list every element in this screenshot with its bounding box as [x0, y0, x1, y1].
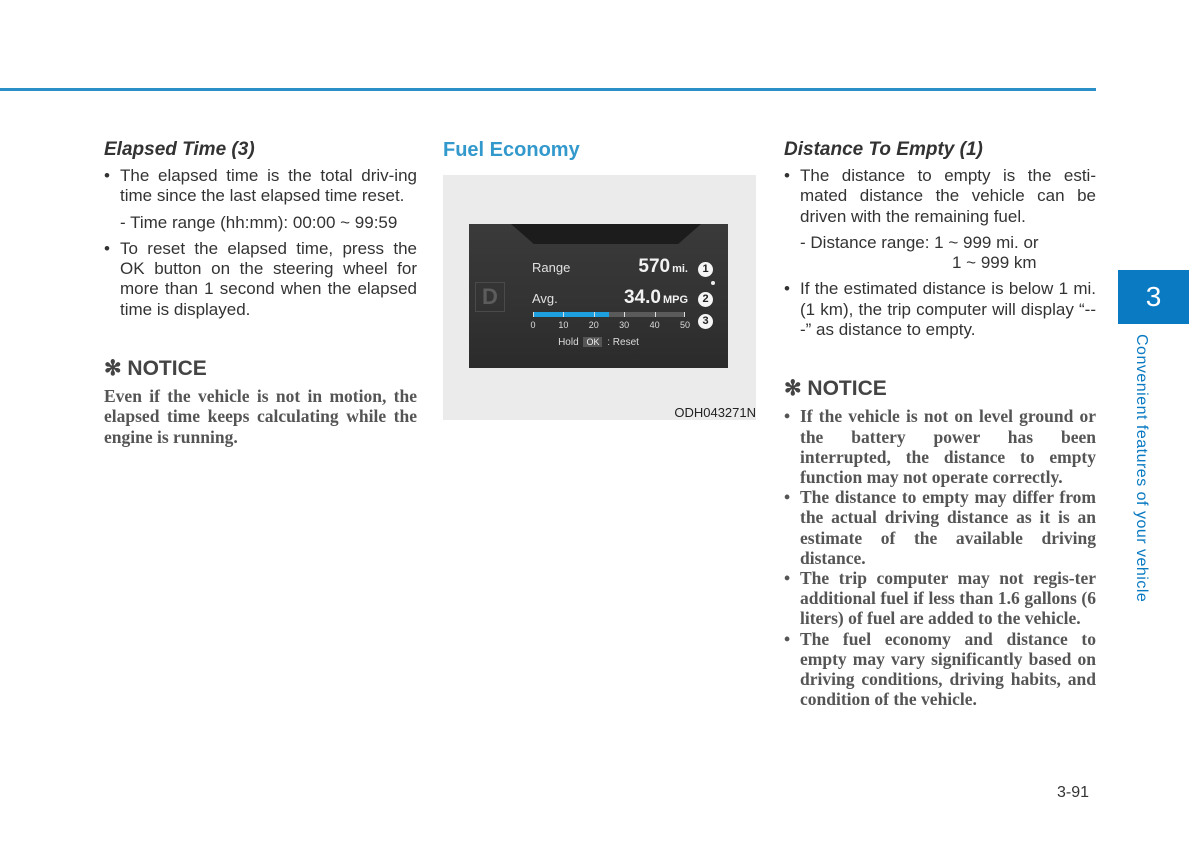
hold-text: Hold: [558, 337, 579, 348]
chapter-number-tab: 3: [1118, 270, 1189, 324]
header-rule: [0, 88, 1096, 91]
time-range-text: - Time range (hh:mm): 00:00 ~ 99:59: [120, 212, 398, 232]
gauge-tick-label: 0: [530, 320, 536, 330]
gauge-fill: [533, 312, 609, 317]
fuel-economy-gauge: [533, 312, 685, 317]
gauge-tick: [654, 312, 656, 317]
gauge-tick-label: 40: [649, 320, 660, 330]
callout-badge-2: 2: [698, 292, 713, 307]
cluster-figure: D Range 570 mi. Avg. 34.0 MPG 0 10 20 30 40 50 …: [443, 175, 756, 420]
gear-indicator: D: [475, 282, 505, 312]
gauge-tick: [593, 312, 595, 317]
reset-text: : Reset: [607, 337, 639, 348]
display-notch: [511, 224, 701, 244]
distance-range-text: - Distance range: 1 ~ 999 mi. or: [800, 232, 1039, 252]
distance-list: The distance to empty is the esti-mated …: [784, 166, 1096, 227]
list-item: If the estimated distance is below 1 mi.…: [784, 279, 1096, 340]
notice-heading: ✻ NOTICE: [784, 377, 887, 401]
notice-item: If the vehicle is not on level ground or…: [784, 406, 1096, 487]
range-label: Range: [532, 260, 571, 275]
notice-item: The trip computer may not regis-ter addi…: [784, 568, 1096, 629]
gauge-tick-label: 20: [588, 320, 599, 330]
gauge-tick-label: 50: [679, 320, 691, 330]
middle-column: Fuel Economy: [443, 138, 757, 162]
range-unit: mi.: [672, 263, 688, 275]
distance-list-2: If the estimated distance is below 1 mi.…: [784, 279, 1096, 340]
left-column: Elapsed Time (3) The elapsed time is the…: [104, 138, 417, 447]
callout-badge-1: 1: [698, 262, 713, 277]
cluster-display: D Range 570 mi. Avg. 34.0 MPG 0 10 20 30 40 50 …: [469, 224, 728, 368]
notice-item: The distance to empty may differ from th…: [784, 487, 1096, 568]
right-column: Distance To Empty (1) The distance to em…: [784, 138, 1096, 709]
gauge-tick: [533, 312, 534, 317]
avg-value: 34.0: [623, 287, 661, 308]
notice-heading: ✻ NOTICE: [104, 357, 207, 381]
list-item: The elapsed time is the total driv-ing t…: [104, 166, 417, 207]
reset-hint: Hold OK : Reset: [469, 337, 728, 348]
avg-unit: MPG: [662, 294, 688, 306]
callout-badge-3: 3: [698, 314, 713, 329]
avg-value-group: 34.0 MPG: [624, 287, 688, 309]
chapter-title: Convenient features of your vehicle: [1133, 334, 1150, 603]
distance-to-empty-heading: Distance To Empty (1): [784, 139, 983, 160]
elapsed-time-heading: Elapsed Time (3): [104, 139, 255, 160]
list-item: The distance to empty is the esti-mated …: [784, 166, 1096, 227]
figure-caption: ODH043271N: [674, 405, 756, 420]
indicator-dot: [711, 281, 715, 285]
notice-text: Even if the vehicle is not in motion, th…: [104, 386, 417, 447]
gauge-tick: [684, 312, 685, 317]
fuel-economy-heading: Fuel Economy: [443, 139, 580, 161]
avg-label: Avg.: [532, 291, 558, 306]
gauge-tick-label: 10: [558, 320, 569, 330]
gauge-tick-label: 30: [619, 320, 630, 330]
distance-range-text-2: 1 ~ 999 km: [952, 253, 1037, 273]
list-item: To reset the elapsed time, press the OK …: [104, 239, 417, 320]
page-number: 3-91: [1057, 784, 1090, 801]
ok-key-icon: OK: [583, 337, 603, 347]
notice-item: The fuel economy and distance to empty m…: [784, 629, 1096, 710]
gauge-tick: [624, 312, 626, 317]
elapsed-time-list: The elapsed time is the total driv-ing t…: [104, 166, 417, 207]
range-value-group: 570 mi.: [638, 256, 688, 278]
elapsed-time-list-2: To reset the elapsed time, press the OK …: [104, 239, 417, 320]
range-value: 570: [638, 256, 671, 277]
notice-list: If the vehicle is not on level ground or…: [784, 406, 1096, 709]
gauge-tick: [563, 312, 565, 317]
